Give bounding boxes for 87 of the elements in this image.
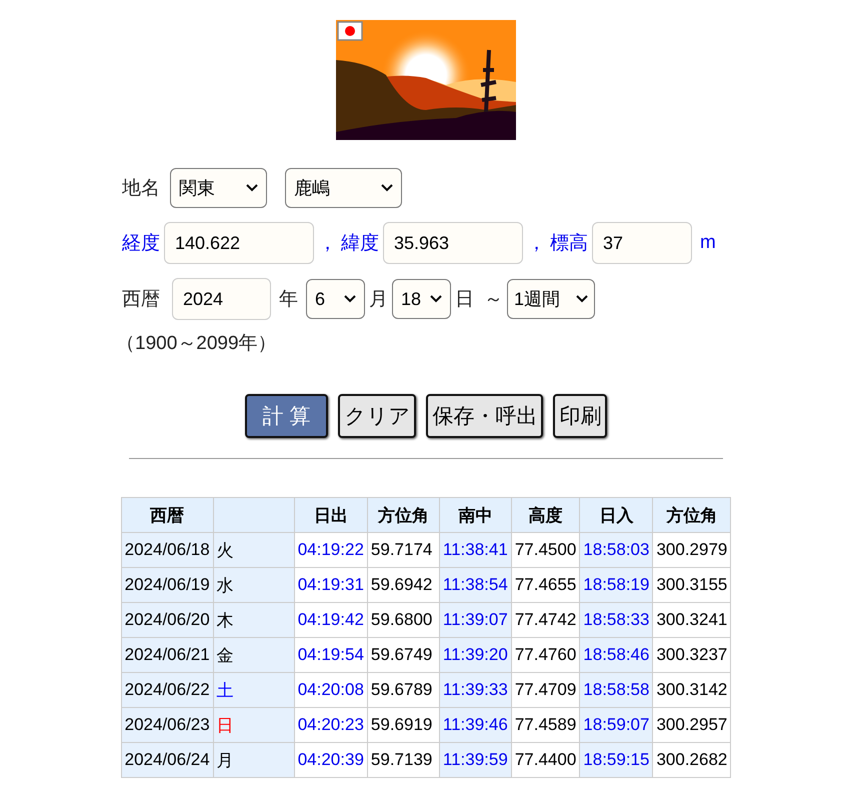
chevron-icon	[430, 295, 442, 303]
table-cell: 300.2957	[652, 708, 731, 742]
table-cell: 300.3142	[652, 672, 731, 708]
field-label: 緯度	[341, 232, 379, 256]
table-cell: 11:39:07	[439, 602, 512, 638]
separator: ，	[527, 232, 546, 256]
separator: ，	[318, 232, 337, 256]
table-cell: 2024/06/21	[121, 638, 214, 672]
table-cell: 300.2979	[652, 532, 731, 568]
table-cell: 59.6800	[367, 602, 440, 638]
range-note: （1900～2099年）	[116, 332, 277, 356]
table-cell: 18:58:33	[580, 602, 653, 638]
chevron-icon	[381, 184, 393, 192]
year-field[interactable]: 2024	[172, 278, 271, 320]
table-cell: 04:20:39	[294, 742, 368, 778]
table-cell: 木	[213, 602, 294, 638]
table-cell: 300.3237	[652, 638, 731, 672]
table-cell: 11:39:59	[439, 742, 512, 778]
action-button[interactable]: 保存・呼出	[426, 394, 544, 438]
table-cell: 2024/06/18	[121, 532, 214, 568]
table-cell: 日	[213, 708, 294, 742]
latitude-field[interactable]: 35.963	[383, 222, 523, 264]
table-cell: 04:19:31	[294, 568, 368, 602]
table-cell: 2024/06/20	[121, 602, 214, 638]
table-cell: 300.3241	[652, 602, 731, 638]
action-button[interactable]: 印刷	[553, 394, 608, 438]
month-select[interactable]: 6	[306, 279, 365, 319]
unit-label: m	[700, 232, 716, 254]
table-cell: 金	[213, 638, 294, 672]
table-cell: 11:38:54	[439, 568, 512, 602]
table-cell: 月	[213, 742, 294, 778]
elevation-field[interactable]: 37	[592, 222, 692, 264]
chevron-icon	[576, 295, 588, 303]
field-label: 地名	[122, 177, 160, 201]
table-cell: 59.7139	[367, 742, 440, 778]
column-header: 方位角	[652, 498, 731, 532]
column-header: 西暦	[121, 498, 214, 532]
table-cell: 59.6919	[367, 708, 440, 742]
table-cell: 2024/06/23	[121, 708, 214, 742]
column-header: 南中	[439, 498, 512, 532]
tilde-label: ～	[484, 288, 503, 312]
unit-label: 日	[455, 288, 474, 312]
table-cell: 59.6789	[367, 672, 440, 708]
table-cell: 04:20:08	[294, 672, 368, 708]
chevron-icon	[246, 184, 258, 192]
action-button[interactable]: クリア	[338, 394, 416, 438]
region-select[interactable]: 関東	[170, 168, 267, 208]
field-label: 標高	[550, 232, 588, 256]
table-cell: 2024/06/24	[121, 742, 214, 778]
table-cell: 18:58:46	[580, 638, 653, 672]
day-select[interactable]: 18	[392, 279, 451, 319]
place-select[interactable]: 鹿嶋	[285, 168, 402, 208]
table-cell: 水	[213, 568, 294, 602]
column-header: 日入	[580, 498, 653, 532]
chevron-icon	[344, 295, 356, 303]
table-cell: 18:59:07	[580, 708, 653, 742]
table-cell: 59.6749	[367, 638, 440, 672]
table-cell: 土	[213, 672, 294, 708]
field-label: 西暦	[122, 288, 160, 312]
period-select[interactable]: 1週間	[507, 279, 595, 319]
table-cell: 11:39:20	[439, 638, 512, 672]
unit-label: 年	[279, 288, 298, 312]
table-cell: 300.2682	[652, 742, 731, 778]
table-cell: 300.3155	[652, 568, 731, 602]
table-cell: 04:19:22	[294, 532, 368, 568]
column-header: 方位角	[367, 498, 440, 532]
table-cell: 2024/06/22	[121, 672, 214, 708]
table-cell: 11:39:46	[439, 708, 512, 742]
longitude-field[interactable]: 140.622	[164, 222, 314, 264]
table-cell: 04:19:42	[294, 602, 368, 638]
table-cell: 11:38:41	[439, 532, 512, 568]
table-cell: 2024/06/19	[121, 568, 214, 602]
table-cell: 18:58:03	[580, 532, 653, 568]
table-cell: 18:58:19	[580, 568, 653, 602]
table-cell: 18:58:58	[580, 672, 653, 708]
table-cell: 04:20:23	[294, 708, 368, 742]
table-cell: 59.7174	[367, 532, 440, 568]
unit-label: 月	[369, 288, 388, 312]
table-cell: 11:39:33	[439, 672, 512, 708]
column-header: 日出	[294, 498, 368, 532]
table-cell: 04:19:54	[294, 638, 368, 672]
table-cell: 火	[213, 532, 294, 568]
table-cell: 18:59:15	[580, 742, 653, 778]
field-label: 経度	[122, 232, 160, 256]
calculate-button[interactable]: 計 算	[244, 394, 328, 438]
table-cell: 59.6942	[367, 568, 440, 602]
column-header: 高度	[511, 498, 580, 532]
